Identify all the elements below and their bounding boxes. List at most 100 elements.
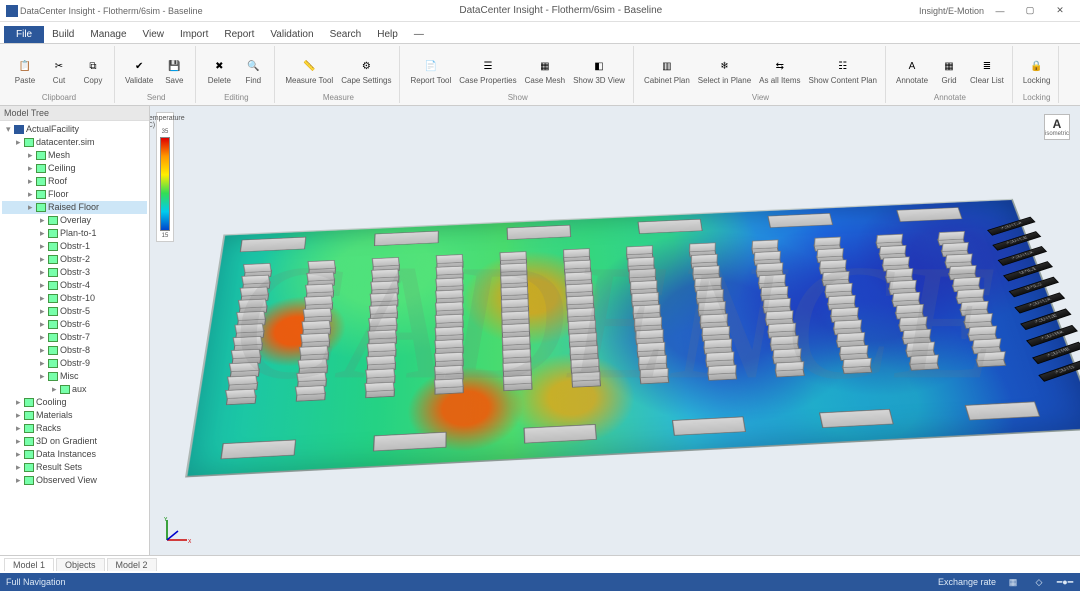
tree-node[interactable]: ▸Mesh bbox=[2, 149, 147, 162]
ribbon-label: Cut bbox=[53, 77, 65, 85]
tree-node[interactable]: ▸datacenter.sim bbox=[2, 136, 147, 149]
tree-node[interactable]: ▸Obstr-1 bbox=[2, 240, 147, 253]
ribbon-paste-button[interactable]: 📋Paste bbox=[10, 54, 40, 87]
rack-label: AB14 bbox=[641, 356, 657, 361]
rack-label: W12 bbox=[572, 334, 585, 339]
ribbon-find-button[interactable]: 🔍Find bbox=[238, 54, 268, 87]
ribbon-validate-button[interactable]: ✔Validate bbox=[123, 54, 155, 87]
ribbon-delete-button[interactable]: ✖Delete bbox=[204, 54, 234, 87]
tree-node[interactable]: ▸Obstr-9 bbox=[2, 357, 147, 370]
tree-node[interactable]: ▸Floor bbox=[2, 188, 147, 201]
rack-label: G12 bbox=[303, 347, 315, 352]
ribbon-showcontent-button[interactable]: ☷Show Content Plan bbox=[807, 54, 880, 87]
ribbon-annotate-button[interactable]: AAnnotate bbox=[894, 54, 930, 87]
tree-node[interactable]: ▸Result Sets bbox=[2, 461, 147, 474]
tree-node[interactable]: ▸Cooling bbox=[2, 396, 147, 409]
menu-tab-help[interactable]: Help bbox=[369, 26, 406, 43]
ribbon-copy-button[interactable]: ⧉Copy bbox=[78, 54, 108, 87]
window-close-button[interactable]: ✕ bbox=[1046, 2, 1074, 20]
menu-tab-validation[interactable]: Validation bbox=[262, 26, 321, 43]
rack-label: T15 bbox=[506, 376, 517, 381]
copy-icon: ⧉ bbox=[83, 56, 103, 76]
rack-label: G13 bbox=[302, 360, 314, 365]
ribbon-group-annotate: AAnnotate▦Grid≣Clear ListAnnotate bbox=[888, 46, 1013, 103]
tree-node[interactable]: ▸Observed View bbox=[2, 474, 147, 487]
paste-icon: 📋 bbox=[15, 56, 35, 76]
tree-node[interactable]: ▸aux bbox=[2, 383, 147, 396]
tree-node[interactable]: ▸Obstr-10 bbox=[2, 292, 147, 305]
tree-node[interactable]: ▸Misc bbox=[2, 370, 147, 383]
tree-node[interactable]: ▸Overlay bbox=[2, 214, 147, 227]
file-tab[interactable]: File bbox=[4, 26, 44, 43]
rack-label: T12 bbox=[505, 337, 516, 342]
tree-node[interactable]: ▸Obstr-6 bbox=[2, 318, 147, 331]
tree-node[interactable]: ▸Materials bbox=[2, 409, 147, 422]
ribbon-label: Clear List bbox=[970, 77, 1004, 85]
save-icon: 💾 bbox=[164, 56, 184, 76]
ribbon-cut-button[interactable]: ✂Cut bbox=[44, 54, 74, 87]
tree-node[interactable]: ▸Racks bbox=[2, 422, 147, 435]
rack-label: AM13 bbox=[838, 333, 854, 338]
ribbon-selplane-button[interactable]: ❄Select in Plane bbox=[696, 54, 753, 87]
ribbon-cabinet-button[interactable]: ▥Cabinet Plan bbox=[642, 54, 692, 87]
menu-tab-build[interactable]: Build bbox=[44, 26, 82, 43]
view-axis-button[interactable]: A isometric bbox=[1044, 114, 1070, 140]
clearlist-icon: ≣ bbox=[977, 56, 997, 76]
ribbon-label: Case Mesh bbox=[525, 77, 565, 85]
rack-label: O10 bbox=[438, 315, 450, 320]
menu-tab-search[interactable]: Search bbox=[322, 26, 370, 43]
ribbon-locking-button[interactable]: 🔒Locking bbox=[1021, 54, 1053, 87]
rack-label: D11 bbox=[237, 338, 249, 343]
tree-node[interactable]: ▸Obstr-7 bbox=[2, 331, 147, 344]
model-tree-body[interactable]: ▾ActualFacility▸datacenter.sim▸Mesh▸Ceil… bbox=[0, 121, 149, 555]
tree-node[interactable]: ▸Plan-to-1 bbox=[2, 227, 147, 240]
ribbon-report-button[interactable]: 📄Report Tool bbox=[408, 54, 453, 87]
caseprops-icon: ☰ bbox=[478, 56, 498, 76]
bottom-tab[interactable]: Model 1 bbox=[4, 558, 54, 571]
tree-node[interactable]: ▸Obstr-4 bbox=[2, 279, 147, 292]
rack-label: AB12 bbox=[638, 331, 653, 336]
status-zoom-slider[interactable]: ━●━ bbox=[1056, 575, 1074, 589]
ribbon-measure-button[interactable]: 📏Measure Tool bbox=[283, 54, 335, 87]
rack-label: L12 bbox=[371, 344, 382, 349]
tree-node[interactable]: ▸Obstr-8 bbox=[2, 344, 147, 357]
ribbon-view3d-button[interactable]: ◧Show 3D View bbox=[571, 54, 627, 87]
tree-node[interactable]: ▸Obstr-3 bbox=[2, 266, 147, 279]
menu-tab-import[interactable]: Import bbox=[172, 26, 216, 43]
tree-node[interactable]: ▸Roof bbox=[2, 175, 147, 188]
status-view-3d-icon[interactable]: ◇ bbox=[1030, 575, 1048, 589]
viewport-3d[interactable]: Temperature (C) 35 15 CRAH 1CRAH 3CRAH 5… bbox=[150, 106, 1080, 555]
ribbon-casemesh-button[interactable]: ▦Case Mesh bbox=[523, 54, 567, 87]
rack-label: W14 bbox=[573, 360, 586, 365]
svg-text:X: X bbox=[188, 539, 192, 545]
tree-node[interactable]: ▸Data Instances bbox=[2, 448, 147, 461]
ribbon-save-button[interactable]: 💾Save bbox=[159, 54, 189, 87]
ribbon-grid-button[interactable]: ▦Grid bbox=[934, 54, 964, 87]
ribbon-caseprops-button[interactable]: ☰Case Properties bbox=[457, 54, 518, 87]
tree-root[interactable]: ▾ActualFacility bbox=[2, 123, 147, 136]
rack-label: AM12 bbox=[835, 321, 851, 326]
window-maximize-button[interactable]: ▢ bbox=[1016, 2, 1044, 20]
tree-node[interactable]: ▸3D on Gradient bbox=[2, 435, 147, 448]
bottom-tab[interactable]: Objects bbox=[56, 558, 105, 571]
ribbon-asall-button[interactable]: ⇆As all Items bbox=[757, 54, 802, 87]
rack-label: D14 bbox=[231, 377, 243, 382]
report-icon: 📄 bbox=[421, 56, 441, 76]
window-minimize-button[interactable]: — bbox=[986, 2, 1014, 20]
rack-label: AM14 bbox=[841, 346, 858, 351]
rack-label: AE15 bbox=[710, 366, 726, 371]
tree-node[interactable]: ▸Obstr-2 bbox=[2, 253, 147, 266]
menu-tab-—[interactable]: — bbox=[406, 26, 432, 43]
menu-tab-view[interactable]: View bbox=[135, 26, 173, 43]
tree-node[interactable]: ▸Obstr-5 bbox=[2, 305, 147, 318]
status-view-normal-icon[interactable]: ▦ bbox=[1004, 575, 1022, 589]
tree-node[interactable]: ▸Ceiling bbox=[2, 162, 147, 175]
bottom-tab[interactable]: Model 2 bbox=[107, 558, 157, 571]
tree-node[interactable]: ▸Raised Floor bbox=[2, 201, 147, 214]
ribbon-clearlist-button[interactable]: ≣Clear List bbox=[968, 54, 1006, 87]
menu-tab-manage[interactable]: Manage bbox=[82, 26, 134, 43]
rack-label: AE12 bbox=[704, 327, 719, 332]
menu-tab-report[interactable]: Report bbox=[216, 26, 262, 43]
ribbon-capesettings-button[interactable]: ⚙Cape Settings bbox=[339, 54, 393, 87]
rack-label: L15 bbox=[368, 383, 379, 388]
